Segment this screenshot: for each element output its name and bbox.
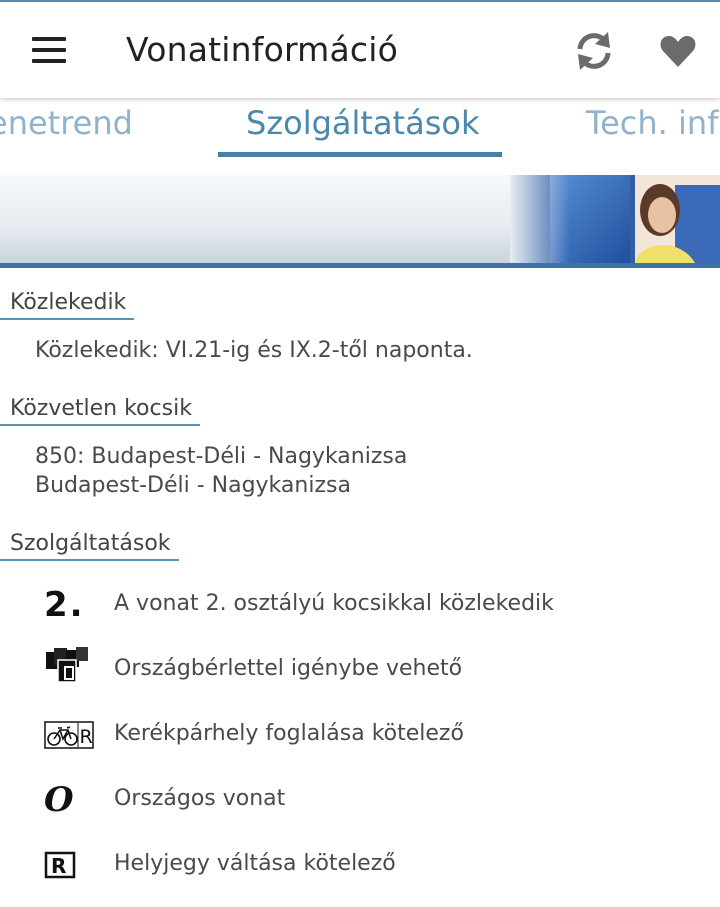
service-label: A vonat 2. osztályú kocsikkal közlekedik (114, 591, 554, 616)
refresh-icon[interactable] (572, 29, 616, 73)
service-item: 2. A vonat 2. osztályú kocsikkal közleke… (0, 585, 720, 635)
banner-photo (510, 175, 720, 263)
seat-reservation-icon: R (44, 845, 94, 885)
service-item: R Helyjegy váltása kötelező (0, 845, 720, 895)
service-label: Országos vonat (114, 786, 286, 811)
tab-szolgaltatasok[interactable]: Szolgáltatások (246, 104, 479, 142)
tab-tech-info[interactable]: Tech. info (586, 104, 720, 142)
heart-icon[interactable] (658, 31, 698, 71)
kozlekedik-text: Közlekedik: VI.21-ig és IX.2-től naponta… (35, 338, 473, 363)
svg-text:R: R (51, 854, 66, 878)
direct-coach-line-1: 850: Budapest-Déli - Nagykanizsa (35, 444, 408, 469)
svg-text:R: R (80, 726, 93, 748)
service-item: O Országos vonat (0, 780, 720, 830)
section-heading-szolgaltatasok: Szolgáltatások (0, 531, 179, 561)
tab-menetrend[interactable]: enetrend (0, 104, 133, 142)
bicycle-reservation-icon: R (44, 715, 94, 755)
national-pass-icon (44, 646, 94, 686)
service-item: Országbérlettel igénybe vehető (0, 647, 720, 700)
active-tab-indicator (218, 152, 502, 157)
service-label: Kerékpárhely foglalása kötelező (114, 721, 464, 746)
hamburger-menu-icon[interactable] (24, 30, 74, 70)
national-train-icon: O (44, 780, 74, 820)
tab-bar: enetrend Szolgáltatások Tech. info (0, 98, 720, 160)
section-heading-kozvetlen-kocsik: Közvetlen kocsik (0, 396, 200, 426)
section-heading-kozlekedik: Közlekedik (0, 290, 135, 320)
app-bar: Vonatinformáció (0, 2, 720, 98)
service-label: Országbérlettel igénybe vehető (114, 656, 463, 681)
page-title: Vonatinformáció (126, 30, 399, 69)
banner-divider (0, 263, 720, 268)
service-item: R Kerékpárhely foglalása kötelező (0, 715, 720, 765)
service-label: Helyjegy váltása kötelező (114, 851, 396, 876)
direct-coach-line-2: Budapest-Déli - Nagykanizsa (35, 473, 351, 498)
second-class-icon: 2. (44, 585, 85, 625)
